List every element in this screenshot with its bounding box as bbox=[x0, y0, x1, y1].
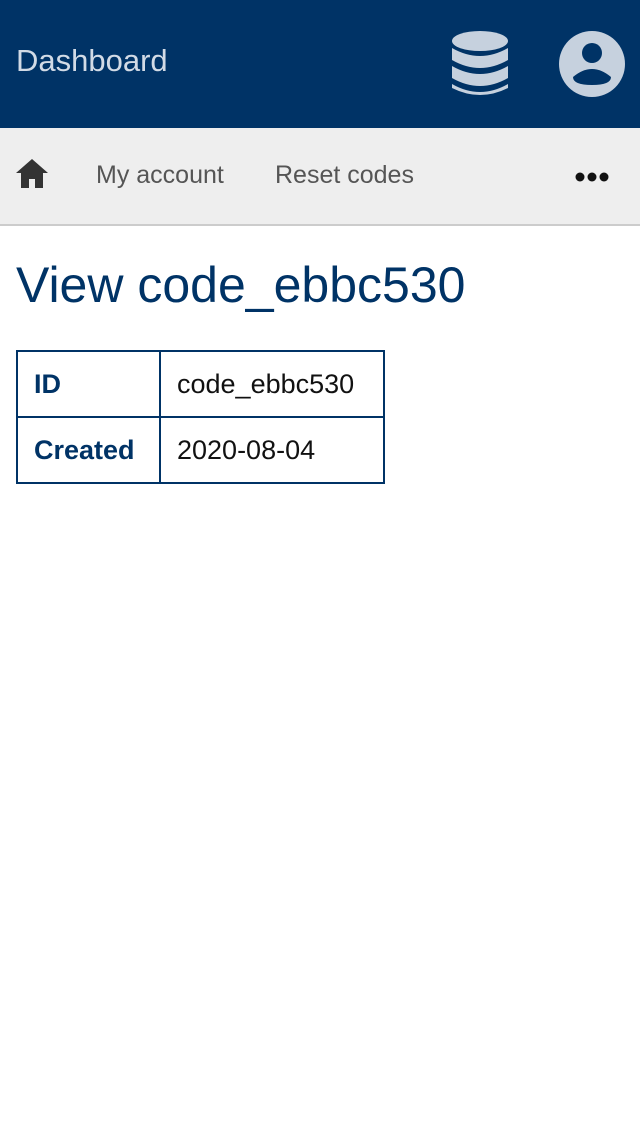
nav-item-reset-codes[interactable]: Reset codes bbox=[275, 160, 414, 190]
database-icon[interactable] bbox=[450, 30, 510, 98]
row-key-created: Created bbox=[16, 416, 161, 484]
home-icon[interactable] bbox=[14, 156, 50, 192]
nav-item-my-account[interactable]: My account bbox=[96, 160, 224, 190]
user-circle-icon[interactable] bbox=[559, 31, 625, 97]
row-value-id: code_ebbc530 bbox=[159, 350, 385, 418]
nav-bar: My account Reset codes bbox=[0, 128, 640, 226]
details-table: ID code_ebbc530 Created 2020-08-04 bbox=[16, 350, 385, 484]
page-title: View code_ebbc530 bbox=[16, 257, 466, 313]
dashboard-title-link[interactable]: Dashboard bbox=[16, 42, 168, 80]
app-header: Dashboard bbox=[0, 0, 640, 128]
row-value-created: 2020-08-04 bbox=[159, 416, 385, 484]
more-horizontal-icon[interactable] bbox=[572, 166, 612, 188]
table-row: ID code_ebbc530 bbox=[16, 350, 385, 418]
table-row: Created 2020-08-04 bbox=[16, 416, 385, 484]
row-key-id: ID bbox=[16, 350, 161, 418]
